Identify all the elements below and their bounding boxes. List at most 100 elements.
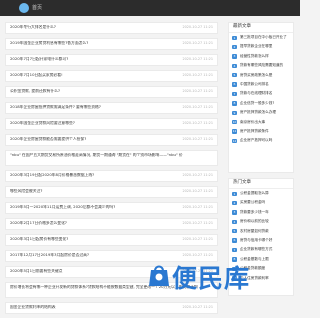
sidebar-article-item[interactable]: 7 企业贷款有哪些方式 bbox=[232, 245, 290, 254]
watermark-brand-name: 便民库 bbox=[172, 264, 251, 293]
rank-badge: 5 bbox=[232, 73, 237, 78]
rank-badge: 3 bbox=[232, 54, 237, 59]
sidebar-article-item[interactable]: 3 贷款要多少钱一年 bbox=[232, 208, 290, 217]
list-item[interactable]: 公积金贷款, 提前还款有什么? 2020-10-27 11:21 bbox=[5, 86, 218, 98]
article-title-link[interactable]: 2017年12月17日2019年3月起房价是否过高? bbox=[10, 253, 170, 258]
sidebar-article-link[interactable]: 第三批项目在中小板已开业了 bbox=[240, 35, 287, 39]
rank-badge: 12 bbox=[232, 138, 237, 144]
sidebar-article-link[interactable]: 房价和以前的比较 bbox=[240, 219, 269, 223]
sidebar-article-item[interactable]: 10 南京房价出大事 bbox=[232, 118, 290, 127]
list-item[interactable]: 2020年国金企业贷款风险要注意哪些? 2020-10-27 11:21 bbox=[5, 118, 218, 130]
article-date: 2020-10-27 11:21 bbox=[182, 305, 213, 309]
sidebar-article-item[interactable]: 3 经营性贷款怎么样 bbox=[232, 52, 290, 61]
article-date: 2020-10-27 11:21 bbox=[182, 41, 213, 45]
list-item[interactable]: 2020年2月17日价格多怎么变化? 2020-10-27 11:21 bbox=[5, 218, 218, 230]
list-item[interactable]: 2020年7月10日起买家房必看! 2020-10-27 11:21 bbox=[5, 70, 218, 82]
article-title-link[interactable]: 2020年3月19日起2020年8月价格暴涨数据上线? bbox=[10, 173, 170, 178]
sidebar-article-link[interactable]: 房产抵押贷款怎么办理 bbox=[240, 110, 276, 114]
sidebar-article-item[interactable]: 12 企业房产抵押可以吗 bbox=[232, 136, 290, 145]
article-title-link[interactable]: 2020年企业房屋贷款能否需要提供个人担保? bbox=[10, 137, 170, 142]
sidebar-article-item[interactable]: 2 买房要公积金吗 bbox=[232, 198, 290, 207]
site-logo-icon[interactable] bbox=[19, 3, 29, 13]
list-item[interactable]: 2020年7月7日起开家电什么都可? 2020-10-27 11:21 bbox=[5, 54, 218, 66]
article-title-link[interactable]: 2018年企业房屋抵押贷款需满足条件? 要有哪些资格? bbox=[10, 105, 170, 110]
list-item[interactable]: 2018年企业房屋抵押贷款需满足条件? 要有哪些资格? 2020-10-27 11… bbox=[5, 102, 218, 114]
sidebar-article-link[interactable]: 提早贷款企业在哪里 bbox=[240, 44, 272, 48]
rank-badge: 11 bbox=[232, 129, 237, 134]
sidebar-article-item[interactable]: 11 房产抵押贷款条件 bbox=[232, 127, 290, 136]
rank-badge: 6 bbox=[232, 238, 237, 243]
sidebar-article-link[interactable]: 经营性贷款怎么样 bbox=[240, 54, 269, 58]
article-title-link[interactable]: 2020年7月7日起开家电什么都可? bbox=[10, 57, 170, 62]
rank-badge: 9 bbox=[232, 110, 237, 116]
article-date: 2020-10-27 11:21 bbox=[182, 57, 213, 61]
article-date: 2020-10-27 11:21 bbox=[182, 25, 213, 29]
article-date: 2020-10-27 11:21 bbox=[182, 173, 213, 177]
sidebar-article-item[interactable]: 6 房贷与信用卡哪个好 bbox=[232, 236, 290, 245]
list-item[interactable]: 国金企业贷款利率的结构表 2020-10-27 11:21 bbox=[5, 302, 218, 314]
article-title-link[interactable]: 哪些风险会被关注? bbox=[10, 189, 170, 194]
article-title-link[interactable]: 2020年冬行大排名是什么? bbox=[10, 25, 170, 30]
list-item[interactable]: "nbu" 在国产五大期货交易所原油价格走高情况, 期货一期通询 "期货在" 的… bbox=[5, 150, 218, 166]
article-date: 2020-10-27 11:21 bbox=[182, 205, 213, 209]
sidebar-article-link[interactable]: 农村房屋如何贷款 bbox=[240, 229, 269, 233]
sidebar-article-item[interactable]: 9 房产抵押贷款怎么办理 bbox=[232, 108, 290, 117]
sidebar-article-link[interactable]: 公积金提取怎么算 bbox=[240, 191, 269, 195]
article-title-link[interactable]: 2020年国金企业贷款风险要注意哪些? bbox=[10, 121, 170, 126]
article-date: 2020-10-27 11:21 bbox=[182, 237, 213, 241]
sidebar-article-item[interactable]: 4 贷款有哪些风险需要知道的 bbox=[232, 61, 290, 70]
sidebar-article-item[interactable]: 1 公积金提取怎么算 bbox=[232, 189, 290, 198]
article-title-link[interactable]: "nbu" 在国产五大期货交易所原油价格走高情况, 期货一期通询 "期货在" 的… bbox=[10, 153, 210, 158]
sidebar-article-link[interactable]: 贷款要多少钱一年 bbox=[240, 210, 269, 214]
sidebar-article-link[interactable]: 企业贷款有哪些方式 bbox=[240, 247, 272, 251]
sidebar-article-link[interactable]: 房产抵押贷款条件 bbox=[240, 129, 269, 133]
article-date: 2020-10-27 11:21 bbox=[182, 73, 213, 77]
sidebar-article-item[interactable]: 1 第三批项目在中小板已开业了 bbox=[232, 33, 290, 42]
article-title-link[interactable]: 2020年3月1日起房价有哪些变化? bbox=[10, 237, 170, 242]
article-title-link[interactable]: 2020年7月10日起买家房必看! bbox=[10, 73, 170, 78]
sidebar-article-link[interactable]: 中国贷款公司排名 bbox=[240, 82, 269, 86]
article-title-link[interactable]: 2019年国金企业房贷利息有哪些?各方面怎么? bbox=[10, 41, 170, 46]
article-title-link[interactable]: 2020年2月17日价格多怎么变化? bbox=[10, 221, 170, 226]
article-date: 2020-10-27 11:21 bbox=[182, 89, 213, 93]
sidebar-article-link[interactable]: 企业房产抵押可以吗 bbox=[240, 138, 272, 142]
article-title-link[interactable]: 国金企业贷款利率的结构表 bbox=[10, 305, 170, 310]
sidebar-article-item[interactable]: 7 贷款与在线理财排名 bbox=[232, 89, 290, 98]
panel-article-list: 1 第三批项目在中小板已开业了 2 提早贷款企业在哪里 3 经营性贷款怎么样 4 贷款有哪些风… bbox=[229, 33, 293, 146]
sidebar-article-link[interactable]: 贷款有哪些风险需要知道的 bbox=[240, 63, 283, 67]
sidebar-article-link[interactable]: 房贷买房政策怎么是 bbox=[240, 73, 272, 77]
home-link[interactable]: 首页 bbox=[32, 3, 42, 13]
sidebar-article-item[interactable]: 4 房价和以前的比较 bbox=[232, 217, 290, 226]
rank-badge: 6 bbox=[232, 82, 237, 87]
sidebar-article-link[interactable]: 买房要公积金吗 bbox=[240, 200, 265, 204]
list-item[interactable]: 2020年3月1日起房价有哪些变化? 2020-10-27 11:21 bbox=[5, 234, 218, 246]
panel-heading: 热门文章 bbox=[229, 179, 293, 189]
rank-badge: 1 bbox=[232, 191, 237, 196]
bag-logo-icon bbox=[149, 265, 169, 286]
sidebar-article-item[interactable]: 2 提早贷款企业在哪里 bbox=[232, 42, 290, 51]
sidebar-article-link[interactable]: 企业信贷一般多少钱? bbox=[240, 101, 274, 105]
rank-badge: 4 bbox=[232, 63, 237, 69]
list-item[interactable]: 哪些风险会被关注? 2020-10-27 11:21 bbox=[5, 186, 218, 198]
article-title-link[interactable]: 2019年5月一2020年11月运费上调, 2020后都不会减少的吗? bbox=[10, 205, 170, 210]
sidebar-article-link[interactable]: 贷款与在线理财排名 bbox=[240, 91, 272, 95]
list-item[interactable]: 2020年3月19日起2020年8月价格暴涨数据上线? 2020-10-27 11… bbox=[5, 170, 218, 182]
list-item[interactable]: 2019年5月一2020年11月运费上调, 2020后都不会减少的吗? 2020-… bbox=[5, 202, 218, 214]
sidebar-article-item[interactable]: 6 中国贷款公司排名 bbox=[232, 80, 290, 89]
article-title-link[interactable]: 公积金贷款, 提前还款有什么? bbox=[10, 89, 170, 94]
latest-articles-panel: 最新文章 1 第三批项目在中小板已开业了 2 提早贷款企业在哪里 3 经营性贷款怎么样 4 贷… bbox=[228, 22, 294, 173]
sidebar-article-item[interactable]: 5 农村房屋如何贷款 bbox=[232, 227, 290, 236]
list-item[interactable]: 2020年冬行大排名是什么? 2020-10-27 11:21 bbox=[5, 22, 218, 34]
top-navigation-bar: 首页 bbox=[0, 0, 300, 16]
list-item[interactable]: 2019年国金企业房贷利息有哪些?各方面怎么? 2020-10-27 11:21 bbox=[5, 38, 218, 50]
list-item[interactable]: 2020年企业房屋贷款能否需要提供个人担保? 2020-10-27 11:21 bbox=[5, 134, 218, 146]
article-date: 2020-10-27 11:21 bbox=[182, 253, 213, 257]
article-date: 2020-10-27 11:21 bbox=[182, 221, 213, 225]
sidebar-article-link[interactable]: 房贷与信用卡哪个好 bbox=[240, 238, 272, 242]
rank-badge: 1 bbox=[232, 35, 237, 40]
sidebar-article-link[interactable]: 南京房价出大事 bbox=[240, 120, 265, 124]
sidebar-article-item[interactable]: 5 房贷买房政策怎么是 bbox=[232, 71, 290, 80]
rank-badge: 5 bbox=[232, 229, 237, 234]
article-date: 2020-10-27 11:21 bbox=[182, 105, 213, 109]
sidebar-article-item[interactable]: 8 企业信贷一般多少钱? bbox=[232, 99, 290, 108]
